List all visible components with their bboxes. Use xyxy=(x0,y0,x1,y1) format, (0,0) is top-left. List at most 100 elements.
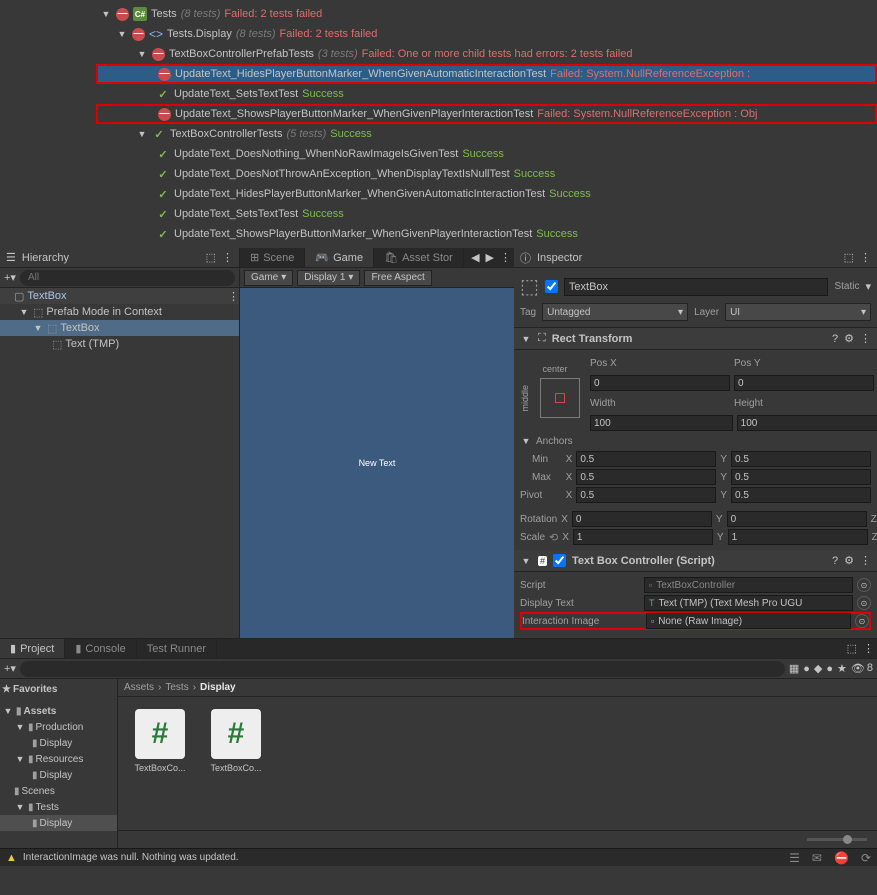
anchor-max-x[interactable] xyxy=(576,469,716,485)
object-picker-icon[interactable]: ⊙ xyxy=(857,596,871,610)
save-icon[interactable]: ★ xyxy=(837,662,847,675)
script-component-header[interactable]: ▼ # Text Box Controller (Script) ? ⚙ ⋮ xyxy=(514,550,877,572)
pivot-x[interactable] xyxy=(576,487,716,503)
width-field[interactable] xyxy=(590,415,733,431)
test-case[interactable]: ✓UpdateText_SetsTextTest Success xyxy=(96,204,877,224)
anchor-preset-button[interactable] xyxy=(540,378,580,418)
favorites-row[interactable]: ★Favorites xyxy=(0,681,117,697)
lock-icon[interactable]: ⬚ xyxy=(844,251,854,264)
icon-size-slider[interactable] xyxy=(807,838,867,841)
prev-icon[interactable]: ◀ xyxy=(468,248,482,267)
fold-icon[interactable]: ▼ xyxy=(2,706,14,716)
active-checkbox[interactable] xyxy=(545,280,558,293)
scale-y[interactable] xyxy=(728,529,868,545)
tree-item[interactable]: ▼▮Resources xyxy=(0,751,117,767)
preset-icon[interactable]: ⚙ xyxy=(844,332,854,345)
menu-icon[interactable]: ⋮ xyxy=(860,639,877,658)
posx-field[interactable] xyxy=(590,375,730,391)
tab-game[interactable]: 🎮Game xyxy=(305,248,374,267)
filter-icon[interactable]: ● xyxy=(826,663,833,675)
test-case[interactable]: ✓UpdateText_DoesNothing_WhenNoRawImageIs… xyxy=(96,144,877,164)
aspect-dropdown[interactable]: Free Aspect xyxy=(364,270,431,286)
object-picker-icon[interactable]: ⊙ xyxy=(857,578,871,592)
tree-item[interactable]: ▮Scenes xyxy=(0,783,117,799)
tree-item[interactable]: ▮Display xyxy=(0,815,117,831)
static-dropdown[interactable]: ▾ xyxy=(865,280,871,293)
lock-icon[interactable]: ⬚ xyxy=(844,639,860,658)
test-case-fail-1[interactable]: — UpdateText_HidesPlayerButtonMarker_Whe… xyxy=(96,64,877,84)
object-picker-icon[interactable]: ⊙ xyxy=(855,614,869,628)
test-case[interactable]: ✓UpdateText_HidesPlayerButtonMarker_When… xyxy=(96,184,877,204)
tree-assets[interactable]: ▼▮Assets xyxy=(0,703,117,719)
anchor-min-y[interactable] xyxy=(731,451,871,467)
fold-icon[interactable]: ▼ xyxy=(136,129,148,139)
lock-icon[interactable]: ⬚ xyxy=(206,251,216,264)
project-search[interactable] xyxy=(20,661,785,677)
scene-header[interactable]: ▢ TextBox ⋮ xyxy=(0,288,239,304)
interaction-image-field[interactable]: ▫None (Raw Image) xyxy=(646,613,851,629)
fold-icon[interactable]: ▼ xyxy=(116,29,128,39)
menu-icon[interactable]: ⋮ xyxy=(222,251,233,264)
filter-icon[interactable]: ▦ xyxy=(789,662,799,675)
test-namespace[interactable]: ▼ — <> Tests.Display (8 tests) Failed: 2… xyxy=(96,24,877,44)
status-message[interactable]: InteractionImage was null. Nothing was u… xyxy=(23,852,777,863)
fold-icon[interactable]: ▼ xyxy=(520,334,532,344)
status-icon[interactable]: ⟳ xyxy=(861,851,871,865)
status-icon[interactable]: ⛔ xyxy=(834,851,849,865)
hierarchy-item-textbox[interactable]: ▼ ⬚ TextBox xyxy=(0,320,239,336)
link-icon[interactable]: ⟲ xyxy=(549,531,558,544)
tab-console[interactable]: ▮Console xyxy=(65,639,136,658)
help-icon[interactable]: ? xyxy=(832,333,838,345)
layer-dropdown[interactable]: UI▾ xyxy=(725,303,871,321)
display-text-field[interactable]: TText (TMP) (Text Mesh Pro UGU xyxy=(644,595,853,611)
filter-icon[interactable]: ◆ xyxy=(814,662,822,675)
next-icon[interactable]: ▶ xyxy=(483,248,497,267)
object-name-field[interactable] xyxy=(564,278,829,296)
scale-x[interactable] xyxy=(573,529,713,545)
create-dropdown[interactable]: +▾ xyxy=(4,662,16,675)
status-icon[interactable]: ✉ xyxy=(812,851,822,865)
test-case-pass[interactable]: ✓ UpdateText_SetsTextTest Success xyxy=(96,84,877,104)
menu-icon[interactable]: ⋮ xyxy=(497,248,514,267)
hierarchy-search[interactable] xyxy=(20,270,235,286)
fold-icon[interactable]: ▼ xyxy=(520,436,532,446)
tree-item[interactable]: ▼▮Production xyxy=(0,719,117,735)
display-dropdown[interactable]: Display 1▾ xyxy=(297,270,360,286)
crumb[interactable]: Assets xyxy=(124,682,154,693)
anchor-max-y[interactable] xyxy=(731,469,871,485)
fold-icon[interactable]: ▼ xyxy=(100,9,112,19)
test-root[interactable]: ▼ — C# Tests (8 tests) Failed: 2 tests f… xyxy=(96,4,877,24)
tab-project[interactable]: ▮Project xyxy=(0,639,65,658)
crumb[interactable]: Tests xyxy=(165,682,188,693)
pivot-y[interactable] xyxy=(731,487,871,503)
test-case[interactable]: ✓UpdateText_DoesNotThrowAnException_When… xyxy=(96,164,877,184)
menu-icon[interactable]: ⋮ xyxy=(860,251,871,264)
hidden-icon[interactable]: 👁8 xyxy=(851,662,873,675)
status-icon[interactable]: ☰ xyxy=(789,851,800,865)
fold-icon[interactable]: ▼ xyxy=(14,754,26,764)
menu-icon[interactable]: ⋮ xyxy=(860,332,871,345)
fold-icon[interactable]: ▼ xyxy=(520,556,532,566)
fold-icon[interactable]: ▼ xyxy=(136,49,148,59)
asset-item[interactable]: #TextBoxCo... xyxy=(206,709,266,773)
preset-icon[interactable]: ⚙ xyxy=(844,554,854,567)
tree-item[interactable]: ▮Display xyxy=(0,767,117,783)
rot-x[interactable] xyxy=(572,511,712,527)
rot-y[interactable] xyxy=(727,511,867,527)
tab-asset-store[interactable]: 🛍Asset Stor xyxy=(374,248,464,267)
height-field[interactable] xyxy=(737,415,877,431)
fold-icon[interactable]: ▼ xyxy=(14,802,26,812)
create-dropdown[interactable]: +▾ xyxy=(4,271,16,284)
test-case[interactable]: ✓UpdateText_ShowsPlayerButtonMarker_When… xyxy=(96,224,877,244)
anchor-min-x[interactable] xyxy=(576,451,716,467)
tree-item[interactable]: ▮Display xyxy=(0,735,117,751)
game-viewport[interactable]: New Text xyxy=(240,288,514,638)
test-fixture-ctrl[interactable]: ▼ ✓ TextBoxControllerTests (5 tests) Suc… xyxy=(96,124,877,144)
posy-field[interactable] xyxy=(734,375,874,391)
fold-icon[interactable]: ▼ xyxy=(18,307,30,317)
prefab-mode-row[interactable]: ▼ ⬚ Prefab Mode in Context xyxy=(0,304,239,320)
menu-icon[interactable]: ⋮ xyxy=(860,554,871,567)
menu-icon[interactable]: ⋮ xyxy=(228,290,239,303)
help-icon[interactable]: ? xyxy=(832,555,838,567)
test-fixture-prefab[interactable]: ▼ — TextBoxControllerPrefabTests (3 test… xyxy=(96,44,877,64)
